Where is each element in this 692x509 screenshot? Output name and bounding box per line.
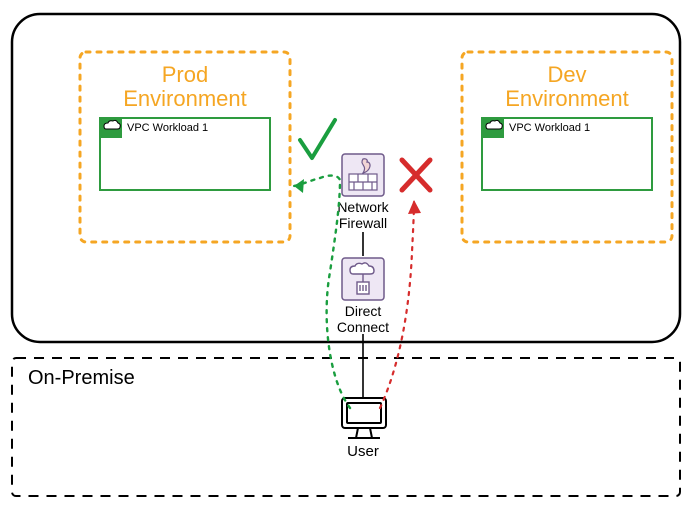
dev-environment: Dev Environment VPC Workload 1 [462, 52, 672, 242]
dev-vpc-label: VPC Workload 1 [509, 122, 590, 134]
prod-title-line1: Prod [162, 62, 208, 87]
deny-path [380, 200, 421, 408]
computer-icon [342, 398, 386, 438]
allow-check-icon [300, 120, 335, 158]
direct-connect-label-1: Direct [345, 303, 382, 319]
deny-x-icon [402, 160, 430, 190]
dev-title-line2: Environment [505, 86, 629, 111]
network-firewall-node [342, 154, 384, 196]
firewall-label-1: Network [337, 199, 389, 215]
prod-vpc-box: VPC Workload 1 [100, 118, 270, 190]
dev-title-line1: Dev [547, 62, 586, 87]
on-premise-title: On-Premise [28, 367, 135, 389]
prod-vpc-label: VPC Workload 1 [127, 122, 208, 134]
user-label: User [347, 443, 379, 460]
user-node [342, 398, 386, 438]
dev-vpc-box: VPC Workload 1 [482, 118, 652, 190]
firewall-label-2: Firewall [339, 215, 387, 231]
prod-title-line2: Environment [123, 86, 247, 111]
prod-environment: Prod Environment VPC Workload 1 [80, 52, 290, 242]
direct-connect-label-2: Connect [337, 319, 389, 335]
direct-connect-node [342, 258, 384, 300]
